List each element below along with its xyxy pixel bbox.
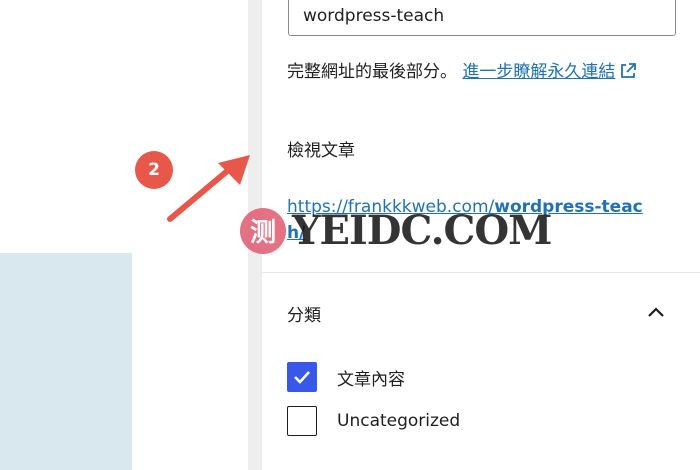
- categories-panel-title[interactable]: 分類: [287, 301, 321, 326]
- watermark: 测 YEIDC.COM: [240, 207, 552, 254]
- content-block: [0, 253, 132, 470]
- category-label: Uncategorized: [337, 411, 461, 431]
- learn-more-label: 進一步瞭解永久連結: [462, 62, 616, 82]
- external-link-icon: [619, 61, 637, 89]
- permalink-learn-more-link[interactable]: 進一步瞭解永久連結: [462, 62, 615, 82]
- helper-text: 完整網址的最後部分。: [287, 62, 463, 82]
- category-label: 文章內容: [337, 369, 405, 390]
- chevron-up-icon[interactable]: [646, 304, 666, 323]
- panel-divider: [262, 272, 700, 273]
- category-item[interactable]: 文章內容: [287, 361, 405, 393]
- slug-helper-text: 完整網址的最後部分。 進一步瞭解永久連結: [287, 58, 687, 89]
- check-icon: [294, 371, 310, 384]
- editor-canvas: [0, 0, 248, 470]
- category-item[interactable]: Uncategorized: [287, 405, 460, 437]
- slug-input[interactable]: [288, 0, 676, 36]
- watermark-text: YEIDC.COM: [292, 207, 552, 254]
- category-checkbox[interactable]: [287, 406, 317, 436]
- watermark-badge: 测: [240, 207, 286, 254]
- category-checkbox[interactable]: [287, 362, 317, 392]
- view-post-label: 檢視文章: [287, 141, 355, 161]
